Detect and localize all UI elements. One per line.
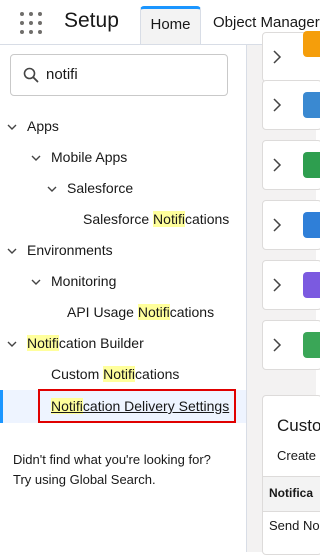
tree-item-salesforce-notifications[interactable]: Salesforce Notifications <box>83 211 229 227</box>
tree-item-environments[interactable]: Environments <box>27 242 113 258</box>
chevron-right-icon <box>273 218 282 232</box>
custom-notifications-panel: Custo Create Notifica Send No <box>262 395 320 555</box>
callout-highlight-box <box>38 389 236 423</box>
chart-icon <box>303 92 320 118</box>
chevron-down-icon[interactable] <box>6 245 18 257</box>
list-icon <box>303 152 320 178</box>
panel-title: Custo <box>277 416 320 435</box>
chevron-right-icon <box>273 278 282 292</box>
chevron-right-icon <box>273 98 282 112</box>
panel-create-link[interactable]: Create <box>277 448 316 463</box>
search-icon <box>23 67 39 83</box>
quick-link-card[interactable] <box>262 140 320 190</box>
help-line-2: Try using Global Search. <box>13 472 156 487</box>
table-row[interactable]: Send No <box>269 518 320 533</box>
tree-item-api-usage-notifications[interactable]: API Usage Notifications <box>67 304 214 320</box>
app-launcher-icon[interactable] <box>20 12 42 34</box>
table-header: Notifica <box>263 476 320 512</box>
search-match-highlight: Notifi <box>153 211 185 227</box>
form-icon <box>303 272 320 298</box>
tree-item-monitoring[interactable]: Monitoring <box>51 273 116 289</box>
sidebar-resize-handle[interactable] <box>246 45 259 552</box>
chevron-down-icon[interactable] <box>30 152 42 164</box>
chevron-down-icon[interactable] <box>6 121 18 133</box>
quick-link-card[interactable] <box>262 31 320 82</box>
pulse-icon <box>303 212 320 238</box>
search-match-highlight: Notifi <box>137 304 170 320</box>
chevron-right-icon <box>273 158 282 172</box>
chevron-right-icon <box>273 338 282 352</box>
arrows-icon <box>303 31 320 57</box>
tree-item-apps[interactable]: Apps <box>27 118 59 134</box>
quick-link-card[interactable] <box>262 260 320 310</box>
app-name: Setup <box>64 9 119 32</box>
search-value: notifi <box>46 66 78 83</box>
tab-home[interactable]: Home <box>140 6 201 44</box>
tree-item-salesforce[interactable]: Salesforce <box>67 180 133 196</box>
column-header: Notifica <box>269 486 314 500</box>
chevron-down-icon[interactable] <box>6 338 18 350</box>
help-line-1: Didn't find what you're looking for? <box>13 452 211 467</box>
tree-item-mobile-apps[interactable]: Mobile Apps <box>51 149 127 165</box>
chevron-down-icon[interactable] <box>30 276 42 288</box>
quick-link-card[interactable] <box>262 200 320 250</box>
tree-item-notification-builder[interactable]: Notification Builder <box>27 335 144 351</box>
quick-link-card[interactable] <box>262 320 320 370</box>
quick-link-card[interactable] <box>262 80 320 130</box>
chevron-down-icon[interactable] <box>46 183 58 195</box>
search-match-highlight: Notifi <box>27 335 59 351</box>
trend-icon <box>303 332 320 358</box>
tree-item-custom-notifications[interactable]: Custom Notifications <box>51 366 179 382</box>
no-results-help: Didn't find what you're looking for? Try… <box>13 450 211 490</box>
search-match-highlight: Notifi <box>103 366 136 382</box>
chevron-right-icon <box>273 50 282 64</box>
quick-find-search-input[interactable]: notifi <box>10 54 228 96</box>
